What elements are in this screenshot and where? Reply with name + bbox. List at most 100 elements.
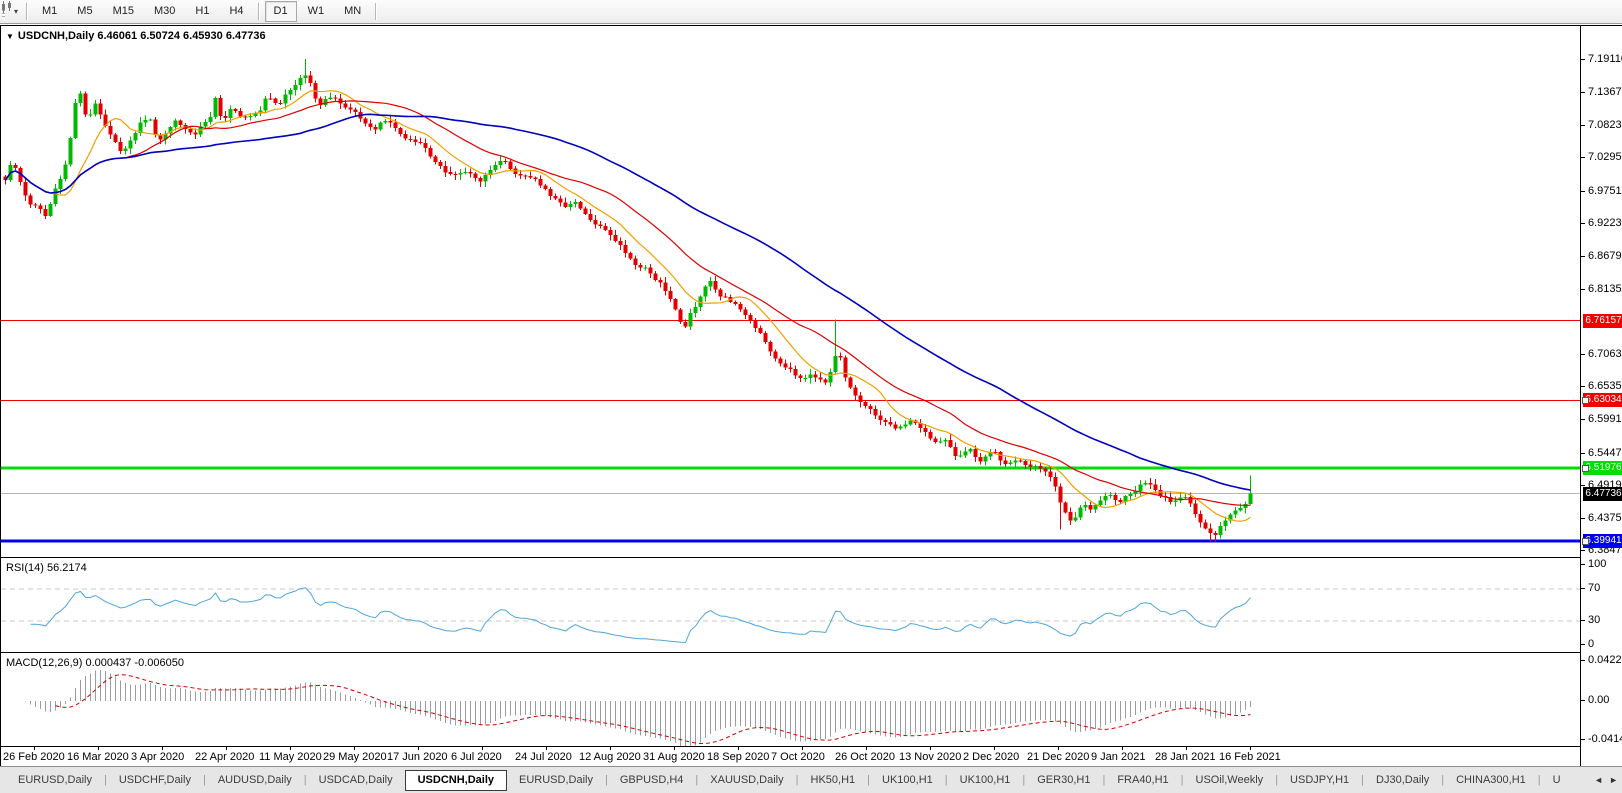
current-price-label[interactable]: 6.47736 <box>1583 487 1622 501</box>
date-label: 7 Oct 2020 <box>771 751 825 763</box>
chart-window: ▼ USDCNH,Daily 6.46061 6.50724 6.45930 6.… <box>0 25 1622 766</box>
chart-tab-gbpusd[interactable]: GBPUSD,H4 <box>608 770 696 790</box>
timeframe-button-mn[interactable]: MN <box>335 1 370 22</box>
chart-tab-uk100[interactable]: UK100,H1 <box>948 770 1023 790</box>
price-tick-label: 6.97510 <box>1588 185 1622 197</box>
chart-tab-hk50[interactable]: HK50,H1 <box>799 770 868 790</box>
date-label: 12 Aug 2020 <box>579 751 641 763</box>
date-label: 21 Dec 2020 <box>1027 751 1090 763</box>
rsi-tick-label: 70 <box>1588 582 1601 594</box>
timeframe-button-m30[interactable]: M30 <box>145 1 184 22</box>
macd-tick-label: 0.042275 <box>1588 654 1622 666</box>
price-tick-label: 7.02950 <box>1588 151 1622 163</box>
toolbar-separator <box>257 3 260 20</box>
line-handle[interactable] <box>1582 397 1589 404</box>
date-label: 13 Nov 2020 <box>899 751 962 763</box>
date-label: 26 Oct 2020 <box>835 751 895 763</box>
timeframe-button-w1[interactable]: W1 <box>299 1 334 22</box>
price-tick-label: 6.86790 <box>1588 250 1622 262</box>
line-handle[interactable] <box>1582 465 1589 472</box>
date-label: 3 Apr 2020 <box>131 751 185 763</box>
hline-price-label[interactable]: 6.51976 <box>1582 461 1622 475</box>
price-tick-label: 6.54470 <box>1588 447 1622 459</box>
scroll-left-button[interactable]: ◄ <box>1594 775 1603 785</box>
chart-tabbar: EURUSD,Daily | USDCHF,Daily | AUDUSD,Daily | U… <box>0 766 1622 793</box>
price-tick-label: 6.59910 <box>1588 413 1622 425</box>
chart-tab-usdcad[interactable]: USDCAD,Daily <box>307 770 405 790</box>
hline-price-label[interactable]: 6.39941 <box>1582 534 1622 548</box>
hline-price-label[interactable]: 6.76157 <box>1583 314 1622 328</box>
chart-type-button[interactable]: ▾ <box>2 1 21 17</box>
chart-tab-xauusd[interactable]: XAUUSD,Daily <box>698 770 795 790</box>
price-tick-label: 7.08230 <box>1588 119 1622 131</box>
macd-pane[interactable]: MACD(12,26,9) 0.000437 -0.006050 <box>1 652 1580 746</box>
chevron-down-icon: ▾ <box>14 7 19 16</box>
price-axis[interactable]: 7.19110 7.13670 7.08230 7.02950 6.97510 6.922… <box>1580 26 1622 766</box>
timeframe-button-m5[interactable]: M5 <box>68 1 101 22</box>
price-tick-label: 7.19110 <box>1588 53 1622 65</box>
timeframe-button-d1[interactable]: D1 <box>264 1 297 22</box>
date-label: 18 Sep 2020 <box>707 751 770 763</box>
timeframe-buttons: M1 M5 M15 M30 H1 H4 D1 W1 MN <box>32 1 381 22</box>
chart-tab-ger30[interactable]: GER30,H1 <box>1025 770 1102 790</box>
chart-tab-usdchf[interactable]: USDCHF,Daily <box>107 770 203 790</box>
rsi-pane[interactable]: RSI(14) 56.2174 <box>1 557 1580 652</box>
price-tick-label: 6.43750 <box>1588 512 1622 524</box>
tab-scroll-buttons: ◄ ► <box>1594 767 1620 793</box>
price-tick-label: 6.92230 <box>1588 217 1622 229</box>
timeframe-button-h4[interactable]: H4 <box>220 1 252 22</box>
rsi-tick-label: 0 <box>1588 638 1595 650</box>
toolbar-separator <box>375 3 378 20</box>
toolbar: ▾ M1 M5 M15 M30 H1 H4 D1 W1 MN <box>0 0 1622 24</box>
chart-title-text: USDCNH,Daily 6.46061 6.50724 6.45930 6.4… <box>17 30 266 42</box>
chart-tab-audusd[interactable]: AUDUSD,Daily <box>206 770 304 790</box>
macd-label: MACD(12,26,9) 0.000437 -0.006050 <box>6 657 184 669</box>
candlestick-chart-icon <box>2 1 11 13</box>
macd-tick-label: 0.00 <box>1588 694 1610 706</box>
price-tick-label: 6.81350 <box>1588 283 1622 295</box>
chart-tab-usoil[interactable]: USOil,Weekly <box>1184 770 1276 790</box>
chart-tab-dj30[interactable]: DJ30,Daily <box>1364 770 1441 790</box>
timeframe-button-h1[interactable]: H1 <box>186 1 218 22</box>
date-label: 16 Feb 2021 <box>1219 751 1281 763</box>
date-label: 2 Dec 2020 <box>963 751 1020 763</box>
chart-tab-fra40[interactable]: FRA40,H1 <box>1105 770 1180 790</box>
chart-tab-usdjpy[interactable]: USDJPY,H1 <box>1278 770 1361 790</box>
date-label: 16 Mar 2020 <box>67 751 129 763</box>
date-label: 22 Apr 2020 <box>195 751 255 763</box>
date-label: 11 May 2020 <box>259 751 322 763</box>
collapse-icon[interactable]: ▼ <box>6 32 14 41</box>
chart-tab-u[interactable]: U <box>1541 770 1573 790</box>
timeframe-button-m15[interactable]: M15 <box>104 1 143 22</box>
timeframe-button-m1[interactable]: M1 <box>33 1 66 22</box>
date-label: 24 Jul 2020 <box>515 751 572 763</box>
chart-tab-eurusd[interactable]: EURUSD,Daily <box>6 770 104 790</box>
chart-tab-uk100[interactable]: UK100,H1 <box>870 770 945 790</box>
date-label: 26 Feb 2020 <box>3 751 65 763</box>
main-chart-pane[interactable]: ▼ USDCNH,Daily 6.46061 6.50724 6.45930 6.… <box>1 26 1580 557</box>
macd-tick-label: -0.04148 <box>1588 733 1622 745</box>
chart-tab-eurusd[interactable]: EURUSD,Daily <box>507 770 605 790</box>
chart-tab-china300[interactable]: CHINA300,H1 <box>1444 770 1538 790</box>
date-label: 28 Jan 2021 <box>1155 751 1216 763</box>
chart-tabs: EURUSD,Daily | USDCHF,Daily | AUDUSD,Daily | U… <box>0 767 1592 793</box>
rsi-tick-label: 30 <box>1588 614 1601 626</box>
rsi-tick-label: 100 <box>1588 558 1607 570</box>
price-tick-label: 6.65350 <box>1588 380 1622 392</box>
date-label: 17 Jun 2020 <box>387 751 448 763</box>
date-axis[interactable]: 26 Feb 2020 16 Mar 2020 3 Apr 2020 22 Apr 2… <box>1 746 1622 766</box>
scroll-right-button[interactable]: ► <box>1609 775 1618 785</box>
rsi-chart[interactable] <box>1 559 1580 653</box>
toolbar-separator <box>26 3 29 20</box>
date-label: 6 Jul 2020 <box>451 751 502 763</box>
date-label: 9 Jan 2021 <box>1091 751 1146 763</box>
date-label: 31 Aug 2020 <box>643 751 705 763</box>
line-handle[interactable] <box>1582 538 1589 545</box>
candlestick-chart[interactable] <box>1 26 1580 557</box>
chart-tab-usdcnh[interactable]: USDCNH,Daily <box>404 769 508 791</box>
price-tick-label: 6.70630 <box>1588 348 1622 360</box>
rsi-label: RSI(14) 56.2174 <box>6 562 87 574</box>
macd-chart[interactable] <box>1 654 1580 747</box>
date-label: 29 May 2020 <box>323 751 387 763</box>
hline-price-label[interactable]: 6.63034 <box>1582 393 1622 407</box>
